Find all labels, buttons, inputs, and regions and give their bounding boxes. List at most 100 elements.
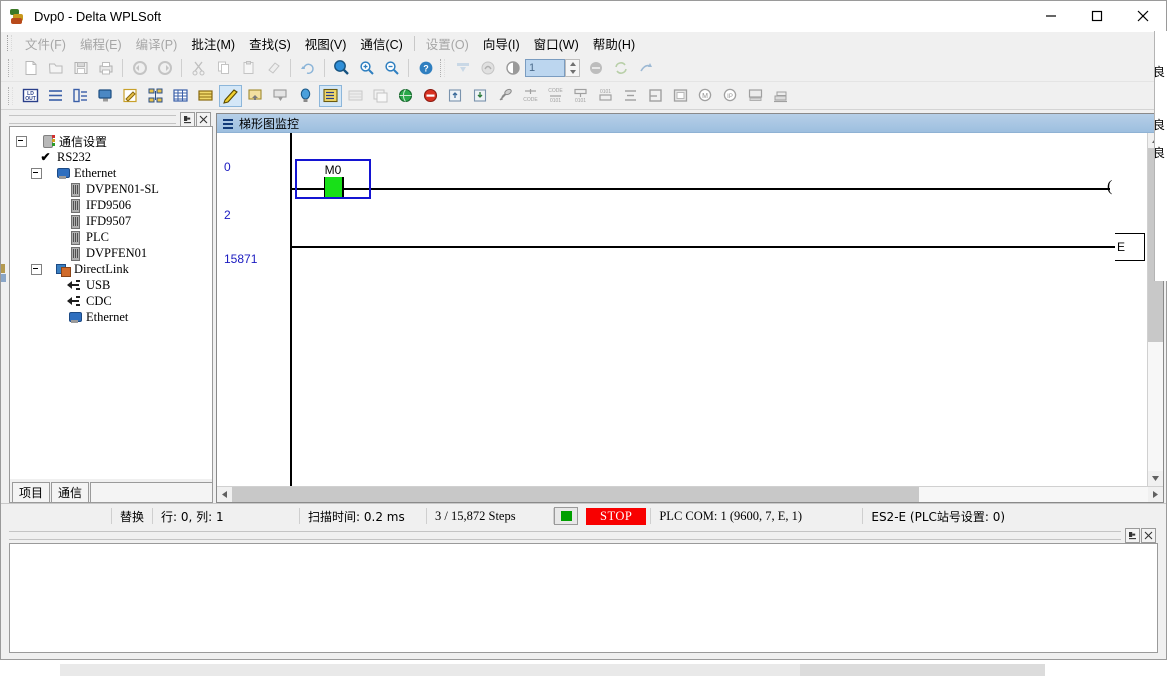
ladder-view-icon[interactable] [44,85,67,107]
menu-item-view[interactable]: 视图(V) [298,32,354,55]
close-icon[interactable] [196,111,211,127]
dock-drag-bar[interactable] [9,114,176,124]
tree-item-cdc[interactable]: CDC [14,293,212,309]
import-box-icon[interactable] [469,85,492,107]
pin-icon[interactable] [180,111,195,127]
instruction-list-icon[interactable] [69,85,92,107]
delete-icon[interactable] [262,57,285,79]
tree-item-plc[interactable]: PLC [14,229,212,245]
ladder-monitor-titlebar[interactable]: 梯形图监控 [217,114,1163,133]
output-dock-drag-bar[interactable] [9,531,1121,540]
right-docked-strip[interactable]: 良 良 良 [1154,31,1171,281]
binary-data-icon[interactable]: 0101 [594,85,617,107]
menu-item-file[interactable]: 文件(F) [18,32,73,55]
menu-item-window[interactable]: 窗口(W) [527,32,586,55]
step-number-input[interactable]: 1 [525,58,565,77]
print-icon[interactable] [94,57,117,79]
antenna-icon[interactable] [494,85,517,107]
tree-item-ifd9506[interactable]: IFD9506 [14,197,212,213]
scroll-left-button[interactable] [217,487,232,502]
register-table-icon[interactable] [194,85,217,107]
download-to-plc-icon[interactable] [451,57,474,79]
tree-item-rs232[interactable]: ✔ RS232 [14,149,212,165]
upload-from-plc-icon[interactable] [476,57,499,79]
tree-item-ethernet[interactable]: Ethernet [14,165,212,181]
tab-communication[interactable]: 通信 [51,482,90,502]
tree-item-directlink-ethernet[interactable]: Ethernet [14,309,212,325]
network-tree-icon[interactable] [144,85,167,107]
merge-icon[interactable] [644,85,667,107]
undo-icon[interactable] [128,57,151,79]
menu-grip[interactable] [7,35,12,51]
ladder-monitor-hex-icon[interactable] [319,84,342,107]
open-file-icon[interactable] [44,57,67,79]
tab-project[interactable]: 项目 [12,482,51,502]
ladder-horizontal-scrollbar[interactable] [217,486,1163,502]
ladder-monitor-pen-icon[interactable] [219,84,242,107]
edit-pencil-icon[interactable] [119,85,142,107]
menu-item-compile[interactable]: 编译(P) [129,32,185,55]
hscroll-track[interactable] [232,487,1148,502]
toolbar-grip-3[interactable] [8,86,13,105]
menu-item-wizard[interactable]: 向导(I) [476,32,527,55]
zoom-in-icon[interactable] [355,57,378,79]
pc-link-icon[interactable] [744,85,767,107]
run-arrow-icon[interactable] [634,57,657,79]
new-file-icon[interactable] [19,57,42,79]
stack-icon[interactable] [769,85,792,107]
help-question-icon[interactable]: ? [414,57,437,79]
code-compare-icon[interactable]: CODE [519,85,542,107]
communication-tree[interactable]: 通信设置 ✔ RS232 Ethernet DVPEN01-SL IFD9506… [9,126,213,479]
refresh-arrow-icon[interactable] [296,57,319,79]
expander-minus-icon[interactable] [16,135,27,147]
toolbar-grip-2[interactable] [440,58,445,77]
export-box-icon[interactable] [444,85,467,107]
plc-state-badge[interactable]: STOP [586,507,647,525]
paste-icon[interactable] [237,57,260,79]
maximize-button[interactable] [1074,1,1120,31]
ladder-canvas[interactable]: 0 2 15871 M0 (E [217,133,1147,486]
menu-item-help[interactable]: 帮助(H) [586,32,642,55]
globe-green-icon[interactable] [394,85,417,107]
stop-red-icon[interactable] [419,85,442,107]
save-file-icon[interactable] [69,57,92,79]
zoom-out-icon[interactable] [380,57,403,79]
scroll-down-button[interactable] [1148,471,1163,486]
copy-icon[interactable] [212,57,235,79]
redo-icon[interactable] [153,57,176,79]
copy-window-icon[interactable] [369,85,392,107]
tree-item-dvpen01-sl[interactable]: DVPEN01-SL [14,181,212,197]
ld-out-icon[interactable]: LD OUT [19,85,42,107]
menu-item-search[interactable]: 查找(S) [242,32,298,55]
close-icon[interactable] [1141,528,1156,543]
zoom-icon[interactable] [330,57,353,79]
step-number-stepper[interactable] [565,58,580,77]
sync-icon[interactable] [609,57,632,79]
cut-icon[interactable] [187,57,210,79]
align-icon[interactable] [619,85,642,107]
hscroll-thumb[interactable] [232,487,919,502]
pin-icon[interactable] [1125,528,1140,543]
toolbar-grip[interactable] [8,58,13,77]
tree-item-communication-settings[interactable]: 通信设置 [14,133,212,149]
tree-item-ifd9507[interactable]: IFD9507 [14,213,212,229]
plc-monitor-icon[interactable] [94,85,117,107]
grid-faded-icon[interactable] [344,85,367,107]
network-compare-icon[interactable]: 0101 [569,85,592,107]
stop-circle-icon[interactable] [584,57,607,79]
menu-item-comment[interactable]: 批注(M) [184,32,242,55]
expander-minus-icon[interactable] [31,263,42,275]
output-text-area[interactable] [9,543,1158,653]
tree-item-dvpfen01[interactable]: DVPFEN01 [14,245,212,261]
device-write-icon[interactable] [269,85,292,107]
close-button[interactable] [1120,1,1166,31]
code-convert-icon[interactable]: CODE 0101 [544,85,567,107]
menu-item-program[interactable]: 编程(E) [73,32,129,55]
menu-item-settings[interactable]: 设置(O) [419,32,476,55]
scroll-right-button[interactable] [1148,487,1163,502]
tree-item-usb[interactable]: USB [14,277,212,293]
magnifier-ip-icon[interactable]: IP [719,85,742,107]
tree-item-directlink[interactable]: DirectLink [14,261,212,277]
expander-minus-icon[interactable] [31,167,42,179]
device-monitor-icon[interactable] [244,85,267,107]
